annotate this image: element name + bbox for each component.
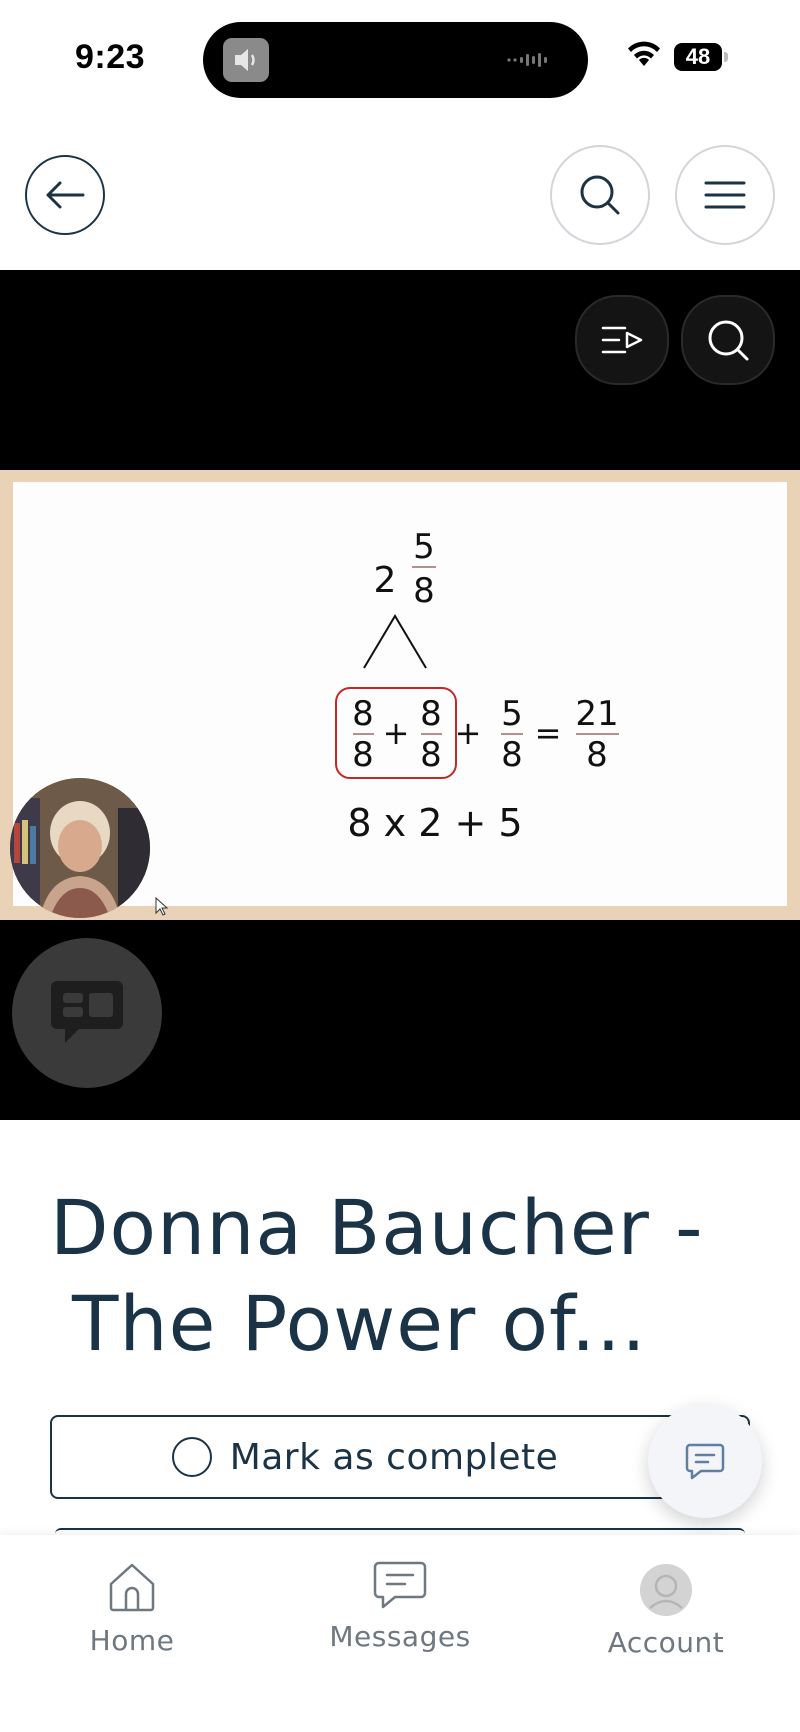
battery-level: 48	[674, 43, 722, 71]
message-icon	[685, 1443, 725, 1480]
next-button-edge[interactable]	[55, 1528, 745, 1534]
menu-button[interactable]	[675, 145, 775, 245]
lesson-title: Donna Baucher - The Power of...	[50, 1180, 770, 1372]
plus-sign: +	[455, 714, 482, 752]
result-denominator: 8	[586, 735, 608, 775]
search-icon	[580, 175, 620, 215]
mouse-cursor-icon	[155, 897, 169, 916]
mark-complete-button[interactable]: Mark as complete	[50, 1415, 750, 1499]
search-icon	[708, 320, 749, 361]
term3-numerator: 5	[501, 694, 523, 734]
plus-sign: +	[383, 714, 410, 752]
nav-home-label: Home	[89, 1624, 175, 1657]
chat-bubble-icon	[51, 981, 123, 1043]
presenter-avatar	[10, 778, 150, 918]
account-icon	[640, 1564, 692, 1616]
status-time: 9:23	[75, 38, 146, 76]
back-button[interactable]	[25, 155, 105, 235]
arrow-left-icon	[46, 181, 85, 209]
mixed-denominator: 8	[413, 571, 435, 611]
chat-overlay-button[interactable]	[12, 938, 162, 1088]
decomposition-branches	[363, 614, 427, 669]
term2-denominator: 8	[420, 735, 442, 775]
wifi-icon	[628, 41, 660, 66]
mark-complete-label: Mark as complete	[229, 1436, 559, 1478]
status-bar: 9:23 48	[0, 0, 800, 120]
nav-messages[interactable]: Messages	[300, 1560, 500, 1653]
equals-sign: =	[535, 714, 562, 752]
nav-messages-label: Messages	[329, 1620, 471, 1653]
checkbox-circle-icon	[171, 1437, 212, 1477]
term3-denominator: 8	[501, 735, 523, 775]
video-search-button[interactable]	[681, 295, 775, 385]
term1-denominator: 8	[352, 735, 374, 775]
audio-level-icon	[507, 53, 547, 67]
nav-account-label: Account	[607, 1626, 725, 1659]
result-numerator: 21	[575, 694, 618, 734]
bottom-navigation: Home Messages Account	[0, 1535, 800, 1732]
home-icon	[109, 1563, 155, 1612]
message-fab[interactable]	[648, 1404, 762, 1518]
term1-numerator: 8	[352, 694, 374, 734]
multiplication-expression: 8 x 2 + 5	[347, 801, 522, 845]
dynamic-island	[203, 22, 588, 98]
playlist-button[interactable]	[575, 295, 669, 385]
lesson-title-line1: Donna Baucher -	[50, 1183, 704, 1272]
mixed-numerator: 5	[413, 527, 435, 567]
hamburger-menu-icon	[704, 181, 746, 209]
nav-home[interactable]: Home	[32, 1560, 232, 1657]
mixed-whole: 2	[374, 560, 397, 601]
messages-icon	[373, 1561, 427, 1609]
lesson-title-line2: The Power of...	[72, 1279, 647, 1368]
term2-numerator: 8	[420, 694, 442, 734]
playlist-icon	[601, 326, 643, 354]
battery-tip	[724, 52, 728, 62]
speaker-icon	[223, 38, 269, 82]
video-player[interactable]: 2 5 8 8 8 + 8 8 + 5 8 = 21 8 8 x 2 + 5	[0, 270, 800, 1120]
search-button[interactable]	[550, 145, 650, 245]
nav-account[interactable]: Account	[566, 1560, 766, 1659]
